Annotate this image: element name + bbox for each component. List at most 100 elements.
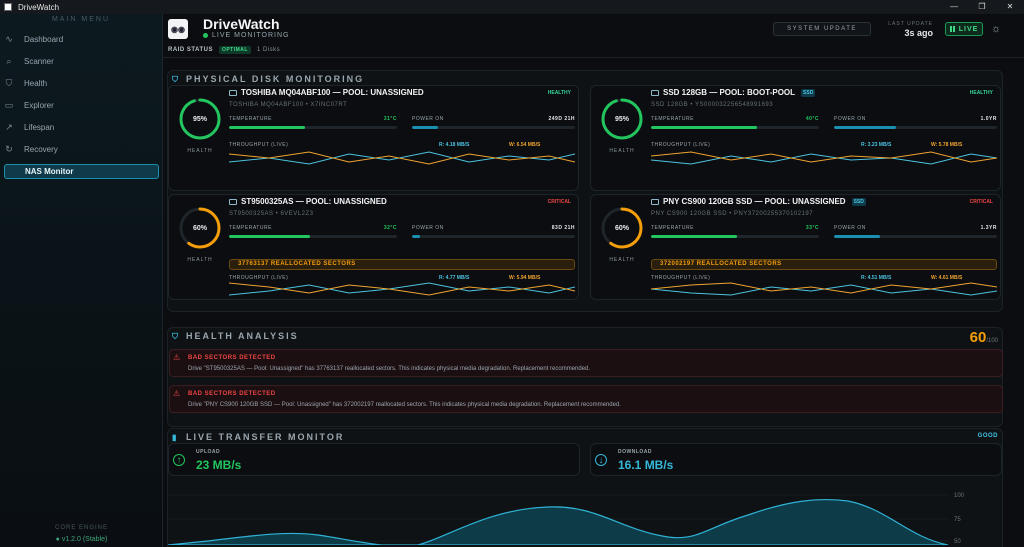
sidebar-item-label: Scanner [24, 57, 54, 66]
disk-card[interactable]: 60% HEALTH PNY CS900 120GB SSD — POOL: U… [590, 194, 1001, 300]
maximize-icon[interactable]: ❐ [968, 0, 996, 14]
system-update-button[interactable]: SYSTEM UPDATE [773, 22, 871, 36]
throughput-sparkline [651, 151, 997, 165]
disk-card[interactable]: 60% HEALTH ST9500325AS — POOL: UNASSIGNE… [168, 194, 579, 300]
live-toggle-button[interactable]: LIVE [945, 22, 983, 36]
live-label: LIVE [958, 25, 979, 33]
upload-label: UPLOAD [196, 449, 221, 455]
window-title: DriveWatch [18, 2, 60, 12]
temperature-label: TEMPERATURE [229, 116, 272, 122]
power-on-label: POWER ON [834, 225, 866, 231]
page-title: DriveWatch [203, 16, 280, 32]
sidebar-item-recovery[interactable]: ↻ Recovery [4, 142, 159, 157]
disk-card[interactable]: 95% HEALTH SSD 128GB — POOL: BOOT-POOL SS… [590, 85, 1001, 191]
temperature-label: TEMPERATURE [229, 225, 272, 231]
section-title-text: LIVE TRANSFER MONITOR [186, 432, 345, 442]
write-series-line [229, 151, 575, 165]
sidebar-item-nas-monitor[interactable]: ▤ NAS Monitor [4, 164, 159, 179]
last-update: LAST UPDATE 3s ago [879, 21, 933, 38]
warning-icon: ⚠ [173, 353, 181, 362]
sidebar-item-label: NAS Monitor [25, 167, 74, 176]
health-label: HEALTH [187, 257, 213, 263]
shield-icon: ⛉ [5, 78, 13, 88]
drive-icon: ▭ [4, 100, 14, 110]
health-analysis-title: ⛉ HEALTH ANALYSIS [172, 331, 299, 341]
warning-icon: ⚠ [173, 389, 181, 398]
theme-toggle-icon[interactable]: ☼ [989, 22, 1003, 36]
raid-status-badge: OPTIMAL [218, 46, 251, 54]
sidebar-item-label: Explorer [24, 101, 54, 110]
temperature-bar [229, 126, 397, 129]
disk-name: PNY CS900 120GB SSD — POOL: UNASSIGNED SS… [651, 197, 866, 206]
header: ◉◉ DriveWatch LIVE MONITORING SYSTEM UPD… [163, 14, 1024, 43]
version-text: ● v1.2.0 (Stable) [55, 536, 108, 543]
disk-count: 1 Disks [256, 47, 281, 53]
health-analysis-section: ⛉ HEALTH ANALYSIS 60/100 ⚠ BAD SECTORS DE… [167, 327, 1003, 427]
download-label: DOWNLOAD [618, 449, 652, 455]
health-percent: 60% [192, 224, 207, 232]
temperature-row: TEMPERATURE 40°C [651, 116, 819, 122]
health-ring: 95% [177, 96, 223, 142]
disk-status-badge: HEALTHY [969, 90, 993, 96]
signal-bars-icon: ▮ [172, 432, 179, 442]
minimize-icon[interactable]: — [940, 0, 968, 14]
disk-card[interactable]: 95% HEALTH TOSHIBA MQ04ABF100 — POOL: UN… [168, 85, 579, 191]
disk-model: TOSHIBA MQ04ABF100 • X7INC07RT [229, 102, 348, 108]
health-ring: 60% [599, 205, 645, 251]
transfer-monitor-section: ▮ LIVE TRANSFER MONITOR GOOD ↑ UPLOAD 23 … [167, 428, 1003, 547]
upload-value: 23 MB/s [196, 458, 242, 472]
disk-name-text: PNY CS900 120GB SSD — POOL: UNASSIGNED [663, 197, 846, 206]
y-tick: 50 [954, 539, 961, 545]
app-icon [4, 3, 12, 11]
transfer-area [168, 498, 949, 545]
disk-model: PNY CS900 120GB SSD • PNY372002553701021… [651, 211, 814, 217]
disk-monitoring-section: ⛉ PHYSICAL DISK MONITORING 95% HEALTH TOS… [167, 70, 1003, 312]
close-icon[interactable]: ✕ [996, 0, 1024, 14]
disk-monitoring-title: ⛉ PHYSICAL DISK MONITORING [172, 74, 364, 84]
sidebar-item-label: Lifespan [24, 123, 55, 132]
app-logo: ◉◉ [168, 19, 188, 39]
power-on-row: POWER ON 83D 21H [412, 225, 575, 231]
download-value: 16.1 MB/s [618, 458, 674, 472]
health-label: HEALTH [609, 148, 635, 154]
transfer-monitor-title: ▮ LIVE TRANSFER MONITOR [172, 432, 344, 442]
shield-icon: ⛉ [172, 74, 180, 84]
throughput-sparkline [229, 282, 575, 296]
power-on-value: 1.3YR [980, 225, 997, 231]
temperature-row: TEMPERATURE 32°C [229, 225, 397, 231]
section-title-text: HEALTH ANALYSIS [186, 331, 299, 341]
sidebar-item-explorer[interactable]: ▭ Explorer [4, 98, 159, 113]
menu-title: MAIN MENU [51, 16, 111, 23]
alert-title: BAD SECTORS DETECTED [188, 355, 276, 361]
health-label: HEALTH [187, 148, 213, 154]
health-score: 60/100 [970, 329, 998, 346]
drive-icon [229, 198, 237, 205]
temperature-label: TEMPERATURE [651, 116, 694, 122]
raid-status: RAID STATUS OPTIMAL 1 Disks [168, 45, 280, 55]
alert-title: BAD SECTORS DETECTED [188, 391, 276, 397]
shield-icon: ⛉ [172, 331, 180, 341]
power-on-label: POWER ON [834, 116, 866, 122]
sidebar-item-label: Dashboard [24, 35, 64, 44]
arrow-down-icon: ↓ [595, 454, 607, 466]
chart-line-icon: ↗ [5, 122, 13, 132]
sidebar-item-health[interactable]: ⛉ Health [4, 76, 159, 91]
refresh-icon: ↻ [5, 144, 13, 154]
power-on-bar [834, 235, 997, 238]
power-on-label: POWER ON [412, 116, 444, 122]
temperature-value: 33°C [805, 225, 819, 231]
throughput-sparkline [229, 151, 575, 165]
sidebar-item-lifespan[interactable]: ↗ Lifespan [4, 120, 159, 135]
disk-status-badge: HEALTHY [547, 90, 571, 96]
health-ring: 95% [599, 96, 645, 142]
core-engine-label: CORE ENGINE [54, 525, 108, 531]
disk-status-badge: CRITICAL [547, 199, 571, 205]
sidebar-item-scanner[interactable]: ⌕ Scanner [4, 54, 159, 69]
disk-name-text: SSD 128GB — POOL: BOOT-POOL [663, 88, 796, 97]
sidebar-item-label: Recovery [24, 145, 58, 154]
temperature-row: TEMPERATURE 31°C [229, 116, 397, 122]
drive-icon [651, 198, 659, 205]
sidebar-item-dashboard[interactable]: ∿ Dashboard [4, 32, 159, 47]
ssd-badge: SSD [801, 88, 816, 97]
health-label: HEALTH [609, 257, 635, 263]
